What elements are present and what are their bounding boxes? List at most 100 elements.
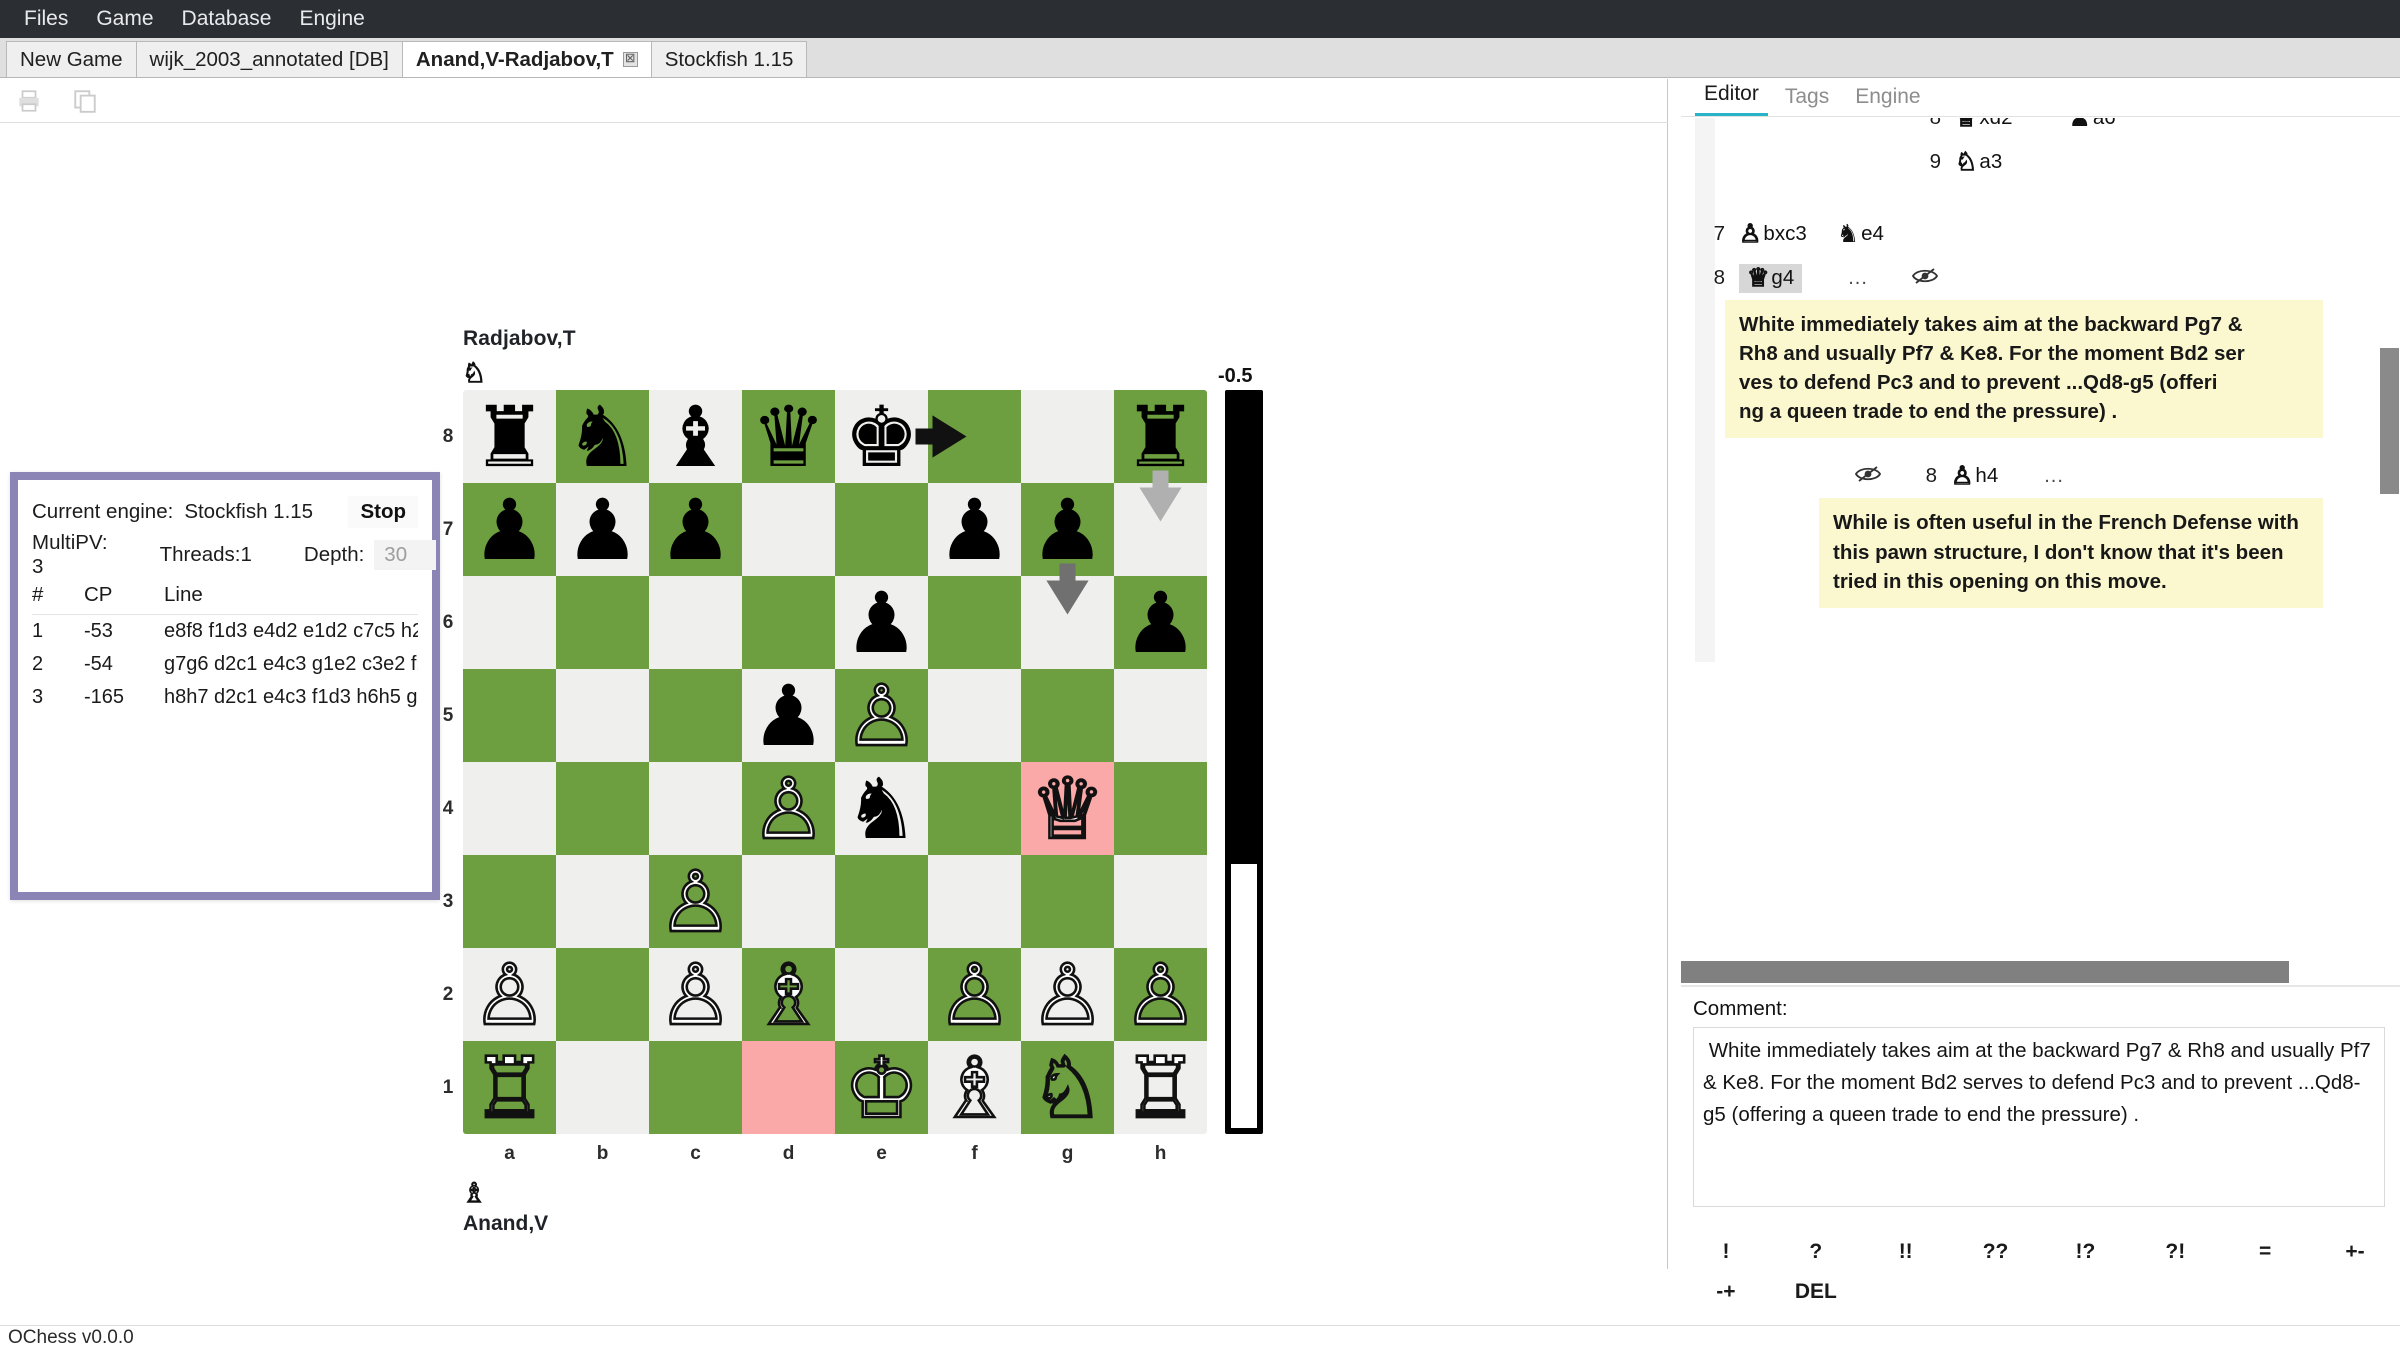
- move-list-scrollbar-thumb[interactable]: [2380, 348, 2399, 494]
- board-square-b3[interactable]: [556, 855, 649, 948]
- board-square-b5[interactable]: [556, 669, 649, 762]
- piece-black-p-b7[interactable]: ♟: [565, 488, 640, 572]
- board-square-a4[interactable]: [463, 762, 556, 855]
- piece-white-p-d4[interactable]: ♙: [750, 765, 828, 852]
- piece-white-n-g1[interactable]: ♘: [1029, 1044, 1107, 1131]
- board-square-e6[interactable]: ♟: [835, 576, 928, 669]
- piece-white-p-c2[interactable]: ♙: [657, 951, 735, 1038]
- piece-black-n-e4[interactable]: ♞: [844, 767, 919, 851]
- nag-button-DEL[interactable]: DEL: [1787, 1278, 1845, 1306]
- board-square-h6[interactable]: ♟: [1114, 576, 1207, 669]
- board-square-f1[interactable]: ♗: [928, 1041, 1021, 1134]
- piece-white-r-h1[interactable]: ♖: [1122, 1044, 1200, 1131]
- board-square-a7[interactable]: ♟: [463, 483, 556, 576]
- piece-white-p-h2[interactable]: ♙: [1122, 951, 1200, 1038]
- piece-black-p-c7[interactable]: ♟: [658, 488, 733, 572]
- move-9-na3[interactable]: ♘ a3: [1954, 148, 2002, 174]
- board-square-f8[interactable]: [928, 390, 1021, 483]
- board-square-g3[interactable]: [1021, 855, 1114, 948]
- board-square-c8[interactable]: ♝: [649, 390, 742, 483]
- board-square-h8[interactable]: ♜: [1114, 390, 1207, 483]
- piece-white-p-g2[interactable]: ♙: [1029, 951, 1107, 1038]
- piece-black-p-e6[interactable]: ♟: [844, 581, 919, 665]
- tab-tags[interactable]: Tags: [1776, 85, 1838, 116]
- nag-button-[interactable]: ?!: [2157, 1238, 2193, 1266]
- piece-black-p-h6[interactable]: ♟: [1123, 581, 1198, 665]
- nag-button-[interactable]: ?: [1801, 1238, 1830, 1266]
- board-square-g4[interactable]: ♕: [1021, 762, 1114, 855]
- piece-black-r-h8[interactable]: ♜: [1123, 395, 1198, 479]
- board-square-a6[interactable]: [463, 576, 556, 669]
- nag-button-[interactable]: +-: [2337, 1238, 2372, 1266]
- board-square-c1[interactable]: [649, 1041, 742, 1134]
- depth-input[interactable]: 30: [374, 540, 437, 570]
- board-square-h5[interactable]: [1114, 669, 1207, 762]
- piece-black-q-d8[interactable]: ♛: [751, 395, 826, 479]
- move-list-horizontal-scrollbar[interactable]: [1681, 961, 2400, 983]
- piece-black-b-c8[interactable]: ♝: [658, 395, 733, 479]
- piece-white-b-d2[interactable]: ♗: [750, 951, 828, 1038]
- chess-board[interactable]: ♜ ♞ ♝ ♛ ♚ ♜ ♟ ♟ ♟ ♟ ♟ ♟ ♟ ♟ ♙ ♙ ♞ ♕ ♙ ♙ ♙ ♗ ♙ ♙ ♙ ♖ ♔ ♗ ♘ ♖: [463, 390, 1207, 1134]
- board-square-f5[interactable]: [928, 669, 1021, 762]
- move-8-qg4-selected[interactable]: ♕ g4: [1739, 263, 1803, 293]
- board-square-g5[interactable]: [1021, 669, 1114, 762]
- piece-black-k-e8[interactable]: ♚: [844, 395, 919, 479]
- comment-textarea[interactable]: [1693, 1027, 2385, 1207]
- board-square-d8[interactable]: ♛: [742, 390, 835, 483]
- toggle-visibility-icon[interactable]: [1911, 265, 1938, 291]
- board-square-b8[interactable]: ♞: [556, 390, 649, 483]
- piece-white-p-e5[interactable]: ♙: [843, 672, 921, 759]
- board-square-b4[interactable]: [556, 762, 649, 855]
- move-8-h4-variation[interactable]: ♙ h4: [1950, 463, 1998, 489]
- engine-line-row[interactable]: 1 -53 e8f8 f1d3 e4d2 e1d2 c7c5 h2h4...: [32, 615, 418, 649]
- copy-icon[interactable]: [72, 88, 98, 114]
- piece-black-p-f7[interactable]: ♟: [937, 488, 1012, 572]
- piece-black-p-d5[interactable]: ♟: [751, 674, 826, 758]
- menu-item-files[interactable]: Files: [10, 3, 82, 35]
- nag-button-[interactable]: -+: [1708, 1278, 1743, 1306]
- board-square-f6[interactable]: [928, 576, 1021, 669]
- piece-black-p-a7[interactable]: ♟: [472, 488, 547, 572]
- print-icon[interactable]: [16, 88, 42, 114]
- piece-white-r-a1[interactable]: ♖: [471, 1044, 549, 1131]
- move-8-qxd2[interactable]: ♕xd2: [1954, 118, 2012, 131]
- piece-black-r-a8[interactable]: ♜: [472, 395, 547, 479]
- board-square-a5[interactable]: [463, 669, 556, 762]
- threads-label[interactable]: Threads:1: [160, 543, 252, 567]
- board-square-c7[interactable]: ♟: [649, 483, 742, 576]
- board-square-e1[interactable]: ♔: [835, 1041, 928, 1134]
- tab-close-icon[interactable]: ☒: [622, 52, 638, 67]
- board-square-a8[interactable]: ♜: [463, 390, 556, 483]
- board-square-a3[interactable]: [463, 855, 556, 948]
- nag-button-[interactable]: ??: [1975, 1238, 2017, 1266]
- board-square-e3[interactable]: [835, 855, 928, 948]
- toggle-visibility-icon[interactable]: [1854, 463, 1882, 489]
- piece-white-p-f2[interactable]: ♙: [936, 951, 1014, 1038]
- piece-black-n-b8[interactable]: ♞: [565, 395, 640, 479]
- board-square-f2[interactable]: ♙: [928, 948, 1021, 1041]
- board-square-b7[interactable]: ♟: [556, 483, 649, 576]
- move-comment[interactable]: While is often useful in the French Defe…: [1819, 498, 2323, 608]
- board-square-g6[interactable]: [1021, 576, 1114, 669]
- piece-white-k-e1[interactable]: ♔: [843, 1044, 921, 1131]
- nag-button-[interactable]: =: [2251, 1238, 2279, 1266]
- tab-database[interactable]: wijk_2003_annotated [DB]: [135, 41, 403, 77]
- board-square-d4[interactable]: ♙: [742, 762, 835, 855]
- board-square-g8[interactable]: [1021, 390, 1114, 483]
- board-square-e2[interactable]: [835, 948, 928, 1041]
- move-7-bxc3[interactable]: ♙ bxc3: [1738, 220, 1806, 246]
- board-square-b1[interactable]: [556, 1041, 649, 1134]
- board-square-c3[interactable]: ♙: [649, 855, 742, 948]
- tab-engine[interactable]: Engine: [1846, 85, 1929, 116]
- tab-game-anand-radjabov[interactable]: Anand,V-Radjabov,T ☒: [401, 41, 652, 77]
- board-square-b2[interactable]: [556, 948, 649, 1041]
- board-square-d6[interactable]: [742, 576, 835, 669]
- board-square-d7[interactable]: [742, 483, 835, 576]
- board-square-f3[interactable]: [928, 855, 1021, 948]
- menu-item-game[interactable]: Game: [82, 3, 167, 35]
- board-square-d1[interactable]: [742, 1041, 835, 1134]
- board-square-c4[interactable]: [649, 762, 742, 855]
- board-square-c2[interactable]: ♙: [649, 948, 742, 1041]
- board-square-f4[interactable]: [928, 762, 1021, 855]
- menu-item-database[interactable]: Database: [168, 3, 286, 35]
